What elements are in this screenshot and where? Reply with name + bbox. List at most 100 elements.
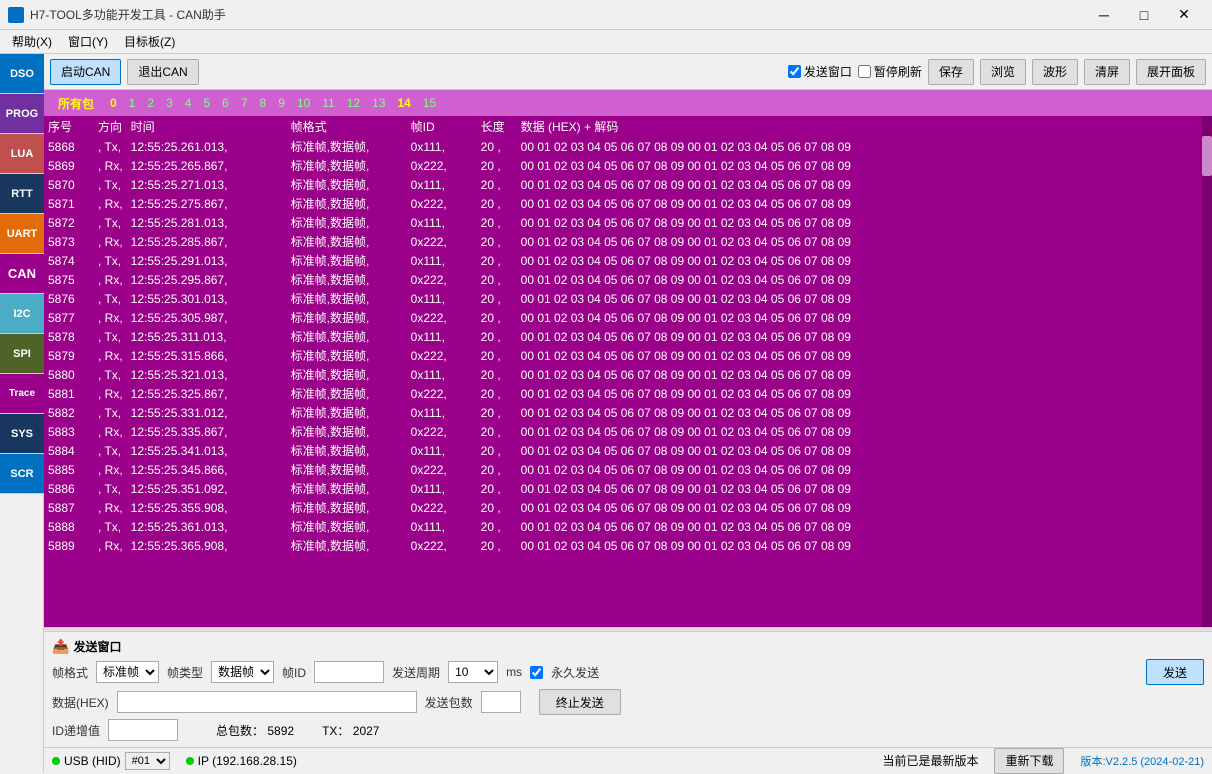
save-button[interactable]: 保存	[928, 59, 974, 85]
table-cell: 20 ,	[477, 251, 517, 270]
tab-number-4[interactable]: 4	[179, 94, 198, 112]
table-cell: 0x111,	[407, 327, 477, 346]
content-area: 启动CAN 退出CAN 发送窗口 暂停刷新 保存 浏览 波形 清屏 展开面板 所…	[44, 54, 1212, 773]
frame-id-input[interactable]: 0x111	[314, 661, 384, 683]
tab-number-14[interactable]: 14	[391, 94, 416, 112]
table-cell: 20 ,	[477, 156, 517, 175]
tab-all-packets[interactable]: 所有包	[48, 93, 104, 114]
sidebar-item-uart[interactable]: UART	[0, 214, 44, 254]
table-cell: 20 ,	[477, 194, 517, 213]
start-can-button[interactable]: 启动CAN	[50, 59, 121, 85]
table-body: 5868, Tx,12:55:25.261.013,标准帧,数据帧,0x111,…	[44, 137, 1212, 555]
sidebar-item-rtt[interactable]: RTT	[0, 174, 44, 214]
frame-type-select[interactable]: 数据帧	[211, 661, 274, 683]
table-cell: 00 01 02 03 04 05 06 07 08 09 00 01 02 0…	[517, 403, 1212, 422]
table-cell: 12:55:25.335.867,	[127, 422, 287, 441]
sidebar: DSO PROG LUA RTT UART CAN I2C SPI Trace …	[0, 54, 44, 773]
tab-number-15[interactable]: 15	[417, 94, 442, 112]
send-row1: 帧格式 标准帧 帧类型 数据帧 帧ID 0x111 发送周期 10 ms 永久发…	[52, 659, 1204, 685]
sidebar-item-dso[interactable]: DSO	[0, 54, 44, 94]
table-cell: 5876	[44, 289, 94, 308]
device-select[interactable]: #01	[125, 752, 170, 770]
sidebar-item-scr[interactable]: SCR	[0, 454, 44, 494]
wave-button[interactable]: 波形	[1032, 59, 1078, 85]
col-header-seq: 序号	[44, 116, 94, 137]
send-button[interactable]: 发送	[1146, 659, 1204, 685]
table-cell: 12:55:25.275.867,	[127, 194, 287, 213]
table-cell: 0x111,	[407, 403, 477, 422]
table-cell: , Tx,	[94, 137, 127, 156]
table-cell: 20 ,	[477, 498, 517, 517]
sidebar-item-i2c[interactable]: I2C	[0, 294, 44, 334]
tab-number-5[interactable]: 5	[197, 94, 216, 112]
table-cell: 00 01 02 03 04 05 06 07 08 09 00 01 02 0…	[517, 422, 1212, 441]
table-cell: 12:55:25.295.867,	[127, 270, 287, 289]
exit-can-button[interactable]: 退出CAN	[127, 59, 198, 85]
table-row: 5868, Tx,12:55:25.261.013,标准帧,数据帧,0x111,…	[44, 137, 1212, 156]
menu-target[interactable]: 目标板(Z)	[116, 31, 183, 52]
sidebar-item-lua[interactable]: LUA	[0, 134, 44, 174]
tab-number-9[interactable]: 9	[272, 94, 291, 112]
browse-button[interactable]: 浏览	[980, 59, 1026, 85]
minimize-button[interactable]: ─	[1084, 2, 1124, 28]
scrollbar-track[interactable]	[1202, 116, 1212, 627]
scrollbar-thumb[interactable]	[1202, 136, 1212, 176]
table-cell: , Rx,	[94, 232, 127, 251]
id-inc-input[interactable]: 0x0000	[108, 719, 178, 741]
tab-number-1[interactable]: 1	[123, 94, 142, 112]
data-hex-label: 数据(HEX)	[52, 694, 109, 711]
data-table-area: 序号 方向 时间 帧格式 帧ID 长度 数据 (HEX) + 解码 5868, …	[44, 116, 1212, 627]
clear-button[interactable]: 清屏	[1084, 59, 1130, 85]
col-header-frame-fmt: 帧格式	[287, 116, 407, 137]
table-cell: 5886	[44, 479, 94, 498]
sidebar-item-spi[interactable]: SPI	[0, 334, 44, 374]
update-button[interactable]: 重新下载	[994, 748, 1064, 774]
table-cell: 标准帧,数据帧,	[287, 346, 407, 365]
sidebar-item-can[interactable]: CAN	[0, 254, 44, 294]
table-cell: 5868	[44, 137, 94, 156]
table-cell: 12:55:25.261.013,	[127, 137, 287, 156]
menu-help[interactable]: 帮助(X)	[4, 31, 60, 52]
table-cell: 5878	[44, 327, 94, 346]
tab-number-3[interactable]: 3	[160, 94, 179, 112]
table-cell: 00 01 02 03 04 05 06 07 08 09 00 01 02 0…	[517, 365, 1212, 384]
tab-number-6[interactable]: 6	[216, 94, 235, 112]
close-button[interactable]: ✕	[1164, 2, 1204, 28]
table-cell: 12:55:25.365.908,	[127, 536, 287, 555]
table-cell: 0x111,	[407, 289, 477, 308]
table-cell: 00 01 02 03 04 05 06 07 08 09 00 01 02 0…	[517, 327, 1212, 346]
tab-number-0[interactable]: 0	[104, 94, 123, 112]
table-cell: 12:55:25.331.012,	[127, 403, 287, 422]
maximize-button[interactable]: □	[1124, 2, 1164, 28]
tab-number-2[interactable]: 2	[141, 94, 160, 112]
frame-format-select[interactable]: 标准帧	[96, 661, 159, 683]
table-cell: 5875	[44, 270, 94, 289]
tab-number-12[interactable]: 12	[341, 94, 366, 112]
sidebar-item-trace[interactable]: Trace	[0, 374, 44, 414]
table-row: 5876, Tx,12:55:25.301.013,标准帧,数据帧,0x111,…	[44, 289, 1212, 308]
period-select[interactable]: 10	[448, 661, 498, 683]
tab-number-10[interactable]: 10	[291, 94, 316, 112]
table-cell: 0x222,	[407, 156, 477, 175]
table-cell: 0x222,	[407, 460, 477, 479]
table-cell: 20 ,	[477, 346, 517, 365]
tab-number-13[interactable]: 13	[366, 94, 391, 112]
sidebar-item-prog[interactable]: PROG	[0, 94, 44, 134]
table-cell: 标准帧,数据帧,	[287, 232, 407, 251]
send-window-checkbox[interactable]	[788, 65, 801, 78]
scroll-container[interactable]: 序号 方向 时间 帧格式 帧ID 长度 数据 (HEX) + 解码 5868, …	[44, 116, 1212, 627]
table-cell: 0x222,	[407, 346, 477, 365]
tab-number-11[interactable]: 11	[316, 94, 340, 112]
pause-refresh-checkbox[interactable]	[858, 65, 871, 78]
table-cell: , Rx,	[94, 156, 127, 175]
sidebar-item-sys[interactable]: SYS	[0, 414, 44, 454]
forever-send-checkbox[interactable]	[530, 666, 543, 679]
data-hex-input[interactable]: 03 04 05 06 07 08 09 00 01 02 03 04 05 0…	[117, 691, 417, 713]
expand-button[interactable]: 展开面板	[1136, 59, 1206, 85]
menu-window[interactable]: 窗口(Y)	[60, 31, 116, 52]
stop-send-button[interactable]: 终止发送	[539, 689, 621, 715]
tab-number-7[interactable]: 7	[235, 94, 254, 112]
send-count-input[interactable]: 1	[481, 691, 521, 713]
table-cell: 0x111,	[407, 137, 477, 156]
tab-number-8[interactable]: 8	[254, 94, 273, 112]
